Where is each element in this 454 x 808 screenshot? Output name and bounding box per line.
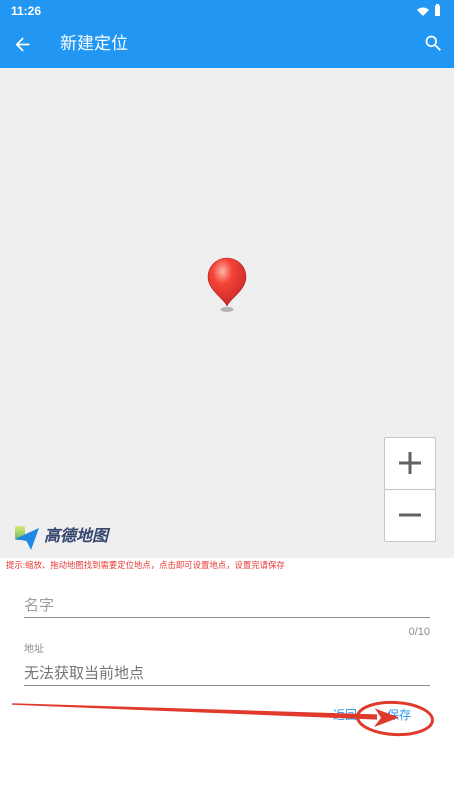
wifi-icon <box>417 7 429 16</box>
map-provider-name: 高德地图 <box>44 528 109 545</box>
status-time: 11:26 <box>11 4 42 18</box>
back-button[interactable] <box>12 34 33 55</box>
zoom-out-button[interactable] <box>384 489 436 542</box>
amap-logo-icon <box>15 526 39 550</box>
annotation-arrow-shaft <box>12 703 377 720</box>
name-input-underline <box>24 617 430 618</box>
address-label: 地址 <box>24 644 44 655</box>
map-pin-icon <box>207 257 247 312</box>
address-input[interactable]: 无法获取当前地点 <box>24 665 430 683</box>
annotation-overlay <box>12 700 434 737</box>
plus-icon[interactable] <box>399 452 421 474</box>
page-title: 新建定位 <box>60 34 128 53</box>
arrow-back-icon[interactable] <box>12 34 33 55</box>
map-provider-logo: 高德地图 <box>14 526 114 552</box>
status-bar: 11:26 <box>0 0 454 22</box>
name-char-counter: 0/10 <box>408 626 430 638</box>
map-view[interactable]: 高德地图 <box>0 68 454 558</box>
address-input-underline <box>24 685 430 686</box>
hint-text: 提示:缩放、拖动地图找到需要定位地点，点击即可设置地点，设置完请保存 <box>6 560 285 570</box>
app-bar: 新建定位 <box>0 22 454 68</box>
name-input[interactable] <box>24 596 430 616</box>
zoom-in-button[interactable] <box>384 437 436 490</box>
search-icon[interactable] <box>423 33 444 54</box>
save-button[interactable]: 保存 <box>387 708 411 722</box>
search-button[interactable] <box>423 33 444 54</box>
battery-icon <box>435 4 440 16</box>
minus-icon[interactable] <box>399 504 421 526</box>
back-button-text[interactable]: 返回 <box>333 708 357 722</box>
